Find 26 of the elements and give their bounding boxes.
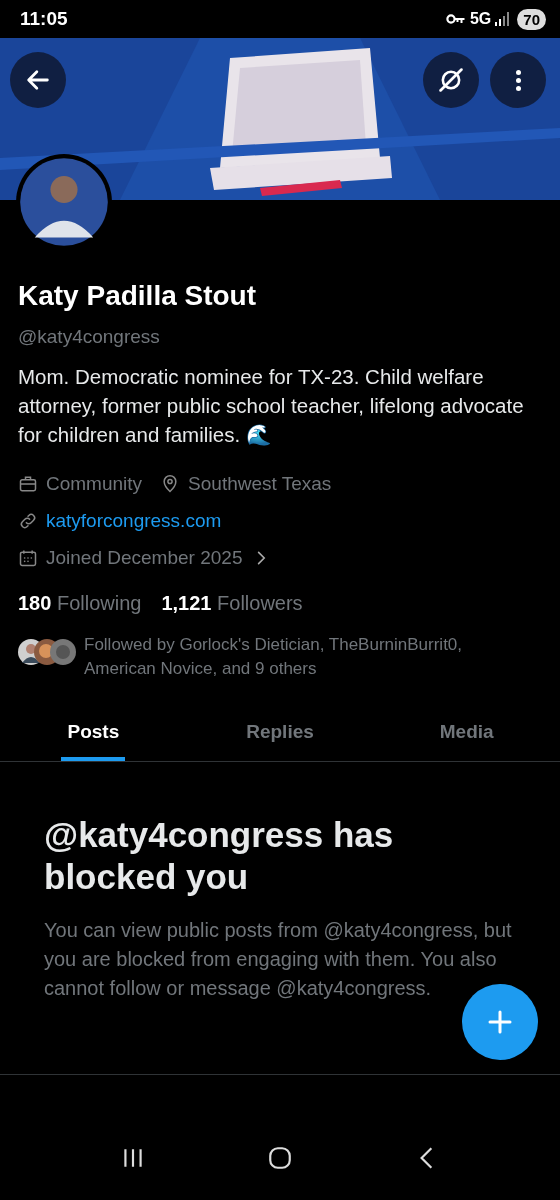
profile-tab[interactable]: Replies xyxy=(186,703,374,761)
follow-stat-link[interactable]: 1,121 Followers xyxy=(161,592,303,615)
website-link[interactable]: katyforcongress.com xyxy=(46,509,222,532)
clock-time: 11:05 xyxy=(20,8,68,30)
follow-stat-link[interactable]: 180 Following xyxy=(18,592,142,615)
network-label: 5G xyxy=(469,10,492,28)
more-options-icon xyxy=(515,69,521,91)
blocked-message: You can view public posts from @katy4congress, but you are blocked from engaging with them. You also cannot follow or message @katy4congress. xyxy=(44,918,513,1001)
follower-avatar xyxy=(50,639,76,665)
location-text: Southwest Texas xyxy=(188,472,332,495)
slashed-circle-icon xyxy=(437,66,465,94)
profile-name: Katy Padilla Stout xyxy=(18,280,258,312)
followed-by-text[interactable]: Followed by Gorlock's Dietician, TheBurninBurrit0, American Novice, and 9 others xyxy=(84,633,534,681)
profile-tab[interactable]: Posts xyxy=(0,703,187,761)
chevron-right-icon[interactable] xyxy=(256,549,267,566)
battery-indicator: 70 xyxy=(517,8,546,30)
profile-bio: Mom. Democratic nominee for TX-23. Child welfare attorney, former public school teacher, lifelong advocate for children and families. 🌊 xyxy=(18,364,525,448)
link-icon xyxy=(18,510,38,531)
category-text: Community xyxy=(46,472,143,495)
home-icon[interactable] xyxy=(267,1144,293,1171)
blocked-title: @katy4congress has blocked you xyxy=(44,814,395,898)
profile-handle: @katy4congress xyxy=(18,326,161,348)
key-icon xyxy=(445,13,466,25)
join-date[interactable]: Joined December 2025 xyxy=(46,546,243,569)
profile-tab[interactable]: Media xyxy=(373,703,560,761)
signal-icon xyxy=(495,12,510,26)
